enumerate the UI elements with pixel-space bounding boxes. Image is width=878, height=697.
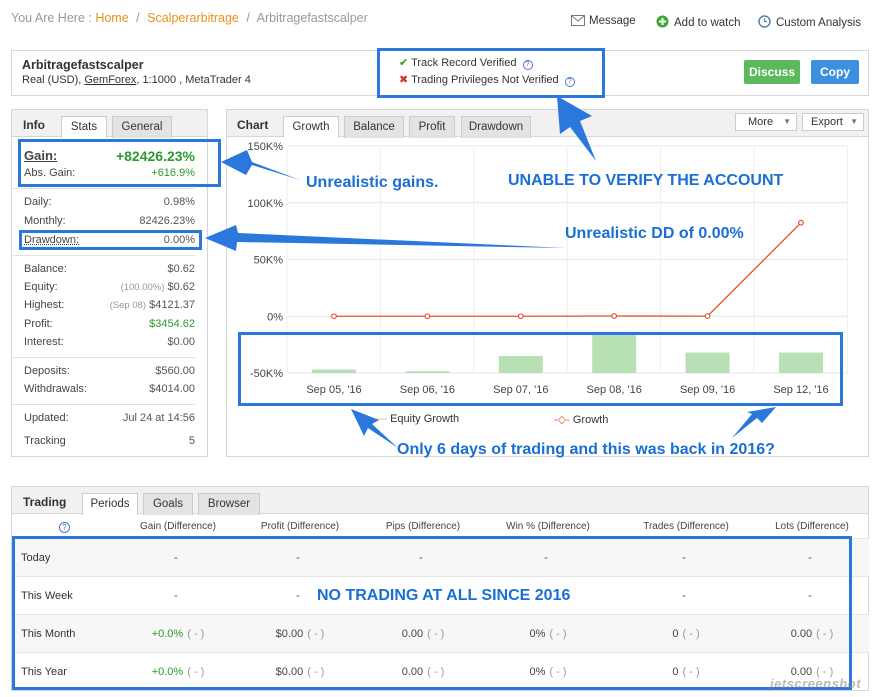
column-header: Pips (Difference) xyxy=(385,521,461,532)
trading-title: Trading xyxy=(23,495,67,509)
column-header: Lots (Difference) xyxy=(775,521,849,532)
arrow-left-to-dates xyxy=(351,409,398,448)
trading-tabs: Trading Periods Goals Browser xyxy=(12,487,868,515)
arrow-right-to-dates xyxy=(732,407,776,438)
help-icon[interactable]: ? xyxy=(59,522,70,533)
arrow-to-verify xyxy=(557,96,596,161)
column-header: Gain (Difference) xyxy=(140,521,216,532)
column-header: Profit (Difference) xyxy=(260,521,340,532)
column-header: Trades (Difference) xyxy=(643,521,729,532)
watermark-logo: jetscreenshot xyxy=(770,676,862,691)
column-header: Win % (Difference) xyxy=(506,521,590,532)
arrow-to-gain xyxy=(221,150,300,180)
annotation-no-trading: NO TRADING AT ALL SINCE 2016 xyxy=(317,587,571,604)
arrow-to-drawdown xyxy=(205,225,565,251)
tab-browser[interactable]: Browser xyxy=(198,493,260,515)
periods-highlight-box xyxy=(12,536,852,690)
tab-goals[interactable]: Goals xyxy=(143,493,193,515)
tab-periods[interactable]: Periods xyxy=(82,493,138,515)
